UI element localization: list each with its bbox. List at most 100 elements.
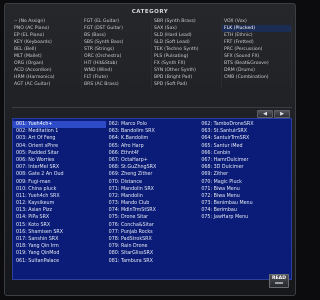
patch-list-item[interactable]: 007: InterMel SRX (13, 164, 106, 171)
page-prev-button[interactable]: ◀ (257, 110, 273, 118)
category-item[interactable]: SFX (Sound FX) (222, 53, 292, 60)
category-item[interactable]: KEY (Keyboards) (12, 39, 82, 46)
patch-list-item[interactable]: 072: Biwa Menu (198, 193, 291, 200)
patch-list-item[interactable]: 014: PiPa SRX (13, 214, 106, 221)
patch-list-item[interactable]: 079: Rain Drone (106, 243, 199, 250)
patch-list-item[interactable]: 008: Gate 2 An Oud (13, 171, 106, 178)
category-item[interactable]: SYN (Other Synth) (152, 67, 222, 74)
patch-list-item[interactable]: 073: Mando Club (106, 200, 199, 207)
patch-list-item[interactable]: 068: St.GuZhngSRX (106, 164, 199, 171)
category-item[interactable]: SBR (Synth Brass) (152, 18, 222, 25)
patch-list-item[interactable]: 012: Kaysikeum (13, 200, 106, 207)
category-item[interactable]: WND (Wind) (82, 67, 152, 74)
patch-list-item[interactable]: 080: SitarGlissSRX (106, 250, 199, 257)
patch-list-item[interactable]: 062: Marco Polo (106, 121, 199, 128)
patch-list-item[interactable]: 002: Meditation 1 (13, 128, 106, 135)
category-item[interactable]: ACD (Accordion) (12, 67, 82, 74)
category-item[interactable]: VOX (Vox) (222, 18, 292, 25)
page-next-button[interactable]: ▶ (274, 110, 290, 118)
category-item[interactable]: PLS (Pulsating) (152, 53, 222, 60)
patch-list-item[interactable]: 065: Santur iMed (198, 143, 291, 150)
category-item[interactable]: PRC (Percussion) (222, 46, 292, 53)
patch-list-item[interactable]: 081: Tambura SRX (106, 258, 199, 265)
patch-list-item[interactable]: 065: Afro Harp (106, 143, 199, 150)
category-item[interactable]: BTS (Beat&Groove) (222, 60, 292, 67)
category-item[interactable]: ORG (Organ) (12, 60, 82, 67)
patch-list-item[interactable]: 075: JawHarp Menu (198, 214, 291, 221)
category-item[interactable]: TEK (Techno Synth) (152, 46, 222, 53)
category-item[interactable]: FLT (Flute) (82, 74, 152, 81)
category-item[interactable]: STR (Strings) (82, 46, 152, 53)
category-item[interactable]: SLD (Soft Lead) (152, 39, 222, 46)
patch-list-item[interactable]: 009: Fugi-man (13, 179, 106, 186)
read-button[interactable]: READ (269, 274, 289, 288)
category-item[interactable]: DRM (Drums) (222, 67, 292, 74)
patch-list-item[interactable]: 018: Yang Qin Irm (13, 243, 106, 250)
category-item[interactable]: BS (Bass) (82, 32, 152, 39)
category-item[interactable]: SBS (Synth Bass) (82, 39, 152, 46)
patch-list-item[interactable]: 006: No Worries (13, 157, 106, 164)
category-item[interactable]: PNO (AC Piano) (12, 25, 82, 32)
category-item[interactable]: SPD (Soft Pad) (152, 81, 222, 88)
patch-list-item[interactable]: 015: Koto SRX (13, 222, 106, 229)
category-grid: -- (No Assign) FGT (EL Guitar) SBR (Synth … (12, 18, 292, 102)
patch-list-empty (198, 229, 291, 236)
patch-list-item[interactable]: 066: Ethnt4f (106, 150, 199, 157)
category-item[interactable]: HRM (Harmonica) (12, 74, 82, 81)
patch-list-item[interactable]: 064: SantuirTrmSRX (198, 135, 291, 142)
category-item[interactable]: AGT (AC Guitar) (12, 81, 82, 88)
category-item[interactable]: FLK (Plucked) (222, 25, 292, 32)
patch-list-empty (198, 236, 291, 243)
patch-list-item[interactable]: 069: Zither (198, 171, 291, 178)
patch-list-item[interactable]: 011: Yueh4ch SRX (13, 193, 106, 200)
category-item[interactable]: MLT (Mallet) (12, 53, 82, 60)
category-item[interactable]: BRS (AC Brass) (82, 81, 152, 88)
patch-list-item[interactable]: 076: Concha&Sitar (106, 222, 199, 229)
patch-list-item[interactable]: 070: Magic Pluck (198, 179, 291, 186)
category-item[interactable]: CMB (Combination) (222, 74, 292, 81)
patch-list-item[interactable]: 068: 3D Dulcimer (198, 164, 291, 171)
patch-list-item[interactable]: 062: TamboDroneSRX (198, 121, 291, 128)
patch-list-item[interactable]: 063: St.SantuirSRX (198, 128, 291, 135)
patch-list-item[interactable]: 069: Zheng Zither (106, 171, 199, 178)
patch-list-item[interactable]: 075: Drone Sitar (106, 214, 199, 221)
patch-list-item[interactable]: 078: PadStrokSRX (106, 236, 199, 243)
patch-list-item[interactable]: 063: Bandolim SRX (106, 128, 199, 135)
patch-list-item[interactable]: 071: Mandolin SRX (106, 186, 199, 193)
patch-list-item[interactable]: 070: Distance (106, 179, 199, 186)
patch-list-item[interactable]: 074: MdlnTrmStSRX (106, 207, 199, 214)
patch-list-item[interactable]: 005: Padded Sitar (13, 150, 106, 157)
patch-list-item[interactable]: 061: SultanPalace (13, 258, 106, 265)
patch-list-item[interactable]: 016: Shamisen SRX (13, 229, 106, 236)
patch-list-item[interactable]: 073: Benimbau Menu (198, 200, 291, 207)
category-item[interactable]: FX (Synth FX) (152, 60, 222, 67)
category-item[interactable]: ORC (Orchestra) (82, 53, 152, 60)
patch-list-item[interactable]: 013: Asian Pizz (13, 207, 106, 214)
patch-list-item[interactable]: 074: Berimbau (198, 207, 291, 214)
category-item[interactable]: FGT (EL Guitar) (82, 18, 152, 25)
patch-list-item[interactable]: 067: HamrDulcimer (198, 157, 291, 164)
patch-list-item[interactable]: 066: Cenbin (198, 150, 291, 157)
patch-list-item[interactable]: 064: K.Bandolim (106, 135, 199, 142)
patch-list-item[interactable]: 010: China pluck (13, 186, 106, 193)
patch-list-item[interactable]: 017: Sanshin SRX (13, 236, 106, 243)
category-item[interactable]: FRT (Fretted) (222, 39, 292, 46)
patch-list-item[interactable]: 001: Yueh4ch+ (13, 121, 106, 129)
category-item[interactable]: SLD (Hard Lead) (152, 32, 222, 39)
patch-list-item[interactable]: 003: Art Of Feng (13, 135, 106, 142)
category-item[interactable]: EP (EL Piano) (12, 32, 82, 39)
patch-list-item[interactable]: 077: Punjab Rocks (106, 229, 199, 236)
patch-list-item[interactable]: 067: OctaHarp+ (106, 157, 199, 164)
category-item[interactable]: FGT (DST Guitar) (82, 25, 152, 32)
category-item[interactable]: BEL (Bell) (12, 46, 82, 53)
category-item[interactable]: HIT (Hit&Stab) (82, 60, 152, 67)
category-item[interactable]: BPD (Bright Pad) (152, 74, 222, 81)
read-button-label: READ (271, 276, 287, 281)
category-item[interactable]: SAX (Sax) (152, 25, 222, 32)
category-item[interactable]: -- (No Assign) (12, 18, 82, 25)
patch-list-item[interactable]: 071: Biwa Menu (198, 186, 291, 193)
patch-list-item[interactable]: 004: Orient sPhre (13, 143, 106, 150)
patch-list-item[interactable]: 019: Yang QinMod (13, 250, 106, 257)
category-item[interactable]: ETH (Ethnic) (222, 32, 292, 39)
patch-list-item[interactable]: 072: Mandolin (106, 193, 199, 200)
